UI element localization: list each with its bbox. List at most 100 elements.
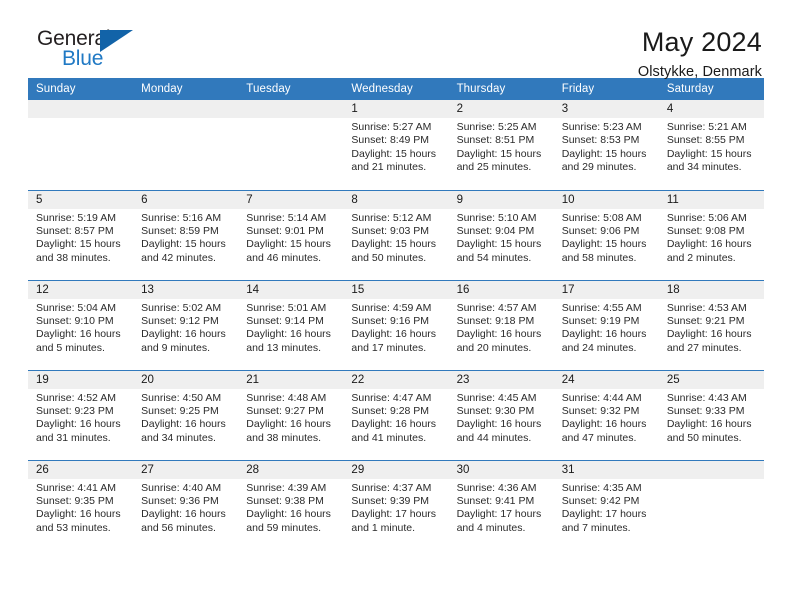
calendar-day-cell[interactable]: 2 Sunrise: 5:25 AM Sunset: 8:51 PM Daylight… <box>448 100 554 190</box>
calendar-day-cell[interactable]: 9 Sunrise: 5:10 AM Sunset: 9:04 PM Daylight… <box>448 189 554 280</box>
daylight-duration-line1: Daylight: 15 hours <box>561 238 647 251</box>
weekday-header-saturday: Saturday <box>658 78 764 100</box>
daylight-duration-line2: and 38 minutes. <box>36 251 111 264</box>
day-number: 17 <box>553 280 659 299</box>
sunset-time: Sunset: 9:25 PM <box>141 404 219 417</box>
day-details: Sunrise: 4:59 AM Sunset: 9:16 PM Daylight:… <box>343 299 448 356</box>
calendar-day-cell[interactable]: 31 Sunrise: 4:35 AM Sunset: 9:42 PM Dayligh… <box>553 459 659 550</box>
sunrise-time: Sunrise: 4:55 AM <box>561 301 642 314</box>
calendar-day-cell[interactable]: 7 Sunrise: 5:14 AM Sunset: 9:01 PM Daylight… <box>238 189 344 280</box>
calendar-day-cell[interactable]: 29 Sunrise: 4:37 AM Sunset: 9:39 PM Dayligh… <box>343 459 449 550</box>
sunset-time: Sunset: 9:04 PM <box>456 224 535 237</box>
sunset-time: Sunset: 8:49 PM <box>351 134 430 147</box>
calendar-day-cell[interactable]: 23 Sunrise: 4:45 AM Sunset: 9:30 PM Dayligh… <box>448 369 554 460</box>
daylight-duration-line1: Daylight: 16 hours <box>666 238 752 251</box>
daylight-duration-line2: and 44 minutes. <box>456 431 532 444</box>
sunset-time: Sunset: 9:01 PM <box>246 224 324 237</box>
daylight-duration-line2: and 29 minutes. <box>561 161 637 174</box>
sunset-time: Sunset: 9:39 PM <box>351 494 430 507</box>
calendar-day-cell[interactable]: 19 Sunrise: 4:52 AM Sunset: 9:23 PM Dayligh… <box>28 369 134 460</box>
calendar-day-cell[interactable]: 17 Sunrise: 4:55 AM Sunset: 9:19 PM Dayligh… <box>553 279 659 370</box>
sunset-time: Sunset: 9:42 PM <box>561 494 640 507</box>
calendar-day-cell[interactable]: 15 Sunrise: 4:59 AM Sunset: 9:16 PM Dayligh… <box>343 279 449 370</box>
day-details: Sunrise: 5:19 AM Sunset: 8:57 PM Daylight:… <box>28 209 133 266</box>
calendar-day-cell[interactable]: 18 Sunrise: 4:53 AM Sunset: 9:21 PM Dayligh… <box>658 279 764 370</box>
weekday-header-friday: Friday <box>553 78 659 100</box>
day-number: 23 <box>448 370 554 389</box>
daylight-duration-line1: Daylight: 16 hours <box>351 418 437 431</box>
calendar-header-row: Sunday Monday Tuesday Wednesday Thursday… <box>28 78 764 100</box>
day-details: Sunrise: 4:57 AM Sunset: 9:18 PM Daylight:… <box>449 299 554 356</box>
calendar-day-cell[interactable]: 25 Sunrise: 4:43 AM Sunset: 9:33 PM Dayligh… <box>658 369 764 460</box>
daylight-duration-line2: and 47 minutes. <box>561 431 637 444</box>
calendar-day-cell[interactable]: 27 Sunrise: 4:40 AM Sunset: 9:36 PM Dayligh… <box>133 459 239 550</box>
day-number: 18 <box>658 280 764 299</box>
sunset-time: Sunset: 9:23 PM <box>36 404 114 417</box>
calendar-week-row: 5 Sunrise: 5:19 AM Sunset: 8:57 PM Daylight… <box>28 189 764 280</box>
sunrise-time: Sunrise: 4:41 AM <box>36 481 116 494</box>
calendar-day-cell[interactable]: 8 Sunrise: 5:12 AM Sunset: 9:03 PM Daylight… <box>343 189 449 280</box>
daylight-duration-line1: Daylight: 16 hours <box>246 328 331 341</box>
sunset-time: Sunset: 9:19 PM <box>561 314 640 327</box>
day-details: Sunrise: 5:21 AM Sunset: 8:55 PM Daylight:… <box>659 118 764 175</box>
calendar-day-cell[interactable]: 24 Sunrise: 4:44 AM Sunset: 9:32 PM Dayligh… <box>553 369 659 460</box>
day-details: Sunrise: 4:45 AM Sunset: 9:30 PM Daylight:… <box>449 389 554 446</box>
day-number <box>133 100 239 118</box>
calendar-day-cell[interactable]: 10 Sunrise: 5:08 AM Sunset: 9:06 PM Dayligh… <box>553 189 659 280</box>
calendar-day-cell[interactable]: 22 Sunrise: 4:47 AM Sunset: 9:28 PM Dayligh… <box>343 369 449 460</box>
calendar-day-cell[interactable]: 30 Sunrise: 4:36 AM Sunset: 9:41 PM Dayligh… <box>448 459 554 550</box>
day-number: 6 <box>133 190 239 209</box>
day-details: Sunrise: 5:25 AM Sunset: 8:51 PM Daylight:… <box>449 118 554 175</box>
calendar-day-cell[interactable]: 5 Sunrise: 5:19 AM Sunset: 8:57 PM Daylight… <box>28 189 134 280</box>
daylight-duration-line1: Daylight: 16 hours <box>141 328 226 341</box>
day-details: Sunrise: 5:14 AM Sunset: 9:01 PM Daylight:… <box>238 209 343 266</box>
daylight-duration-line2: and 1 minute. <box>351 521 416 534</box>
calendar-day-cell[interactable]: 21 Sunrise: 4:48 AM Sunset: 9:27 PM Dayligh… <box>238 369 344 460</box>
sunrise-sunset-calendar: Sunday Monday Tuesday Wednesday Thursday… <box>28 78 764 550</box>
calendar-day-cell[interactable]: 16 Sunrise: 4:57 AM Sunset: 9:18 PM Dayligh… <box>448 279 554 370</box>
day-details: Sunrise: 5:01 AM Sunset: 9:14 PM Daylight:… <box>238 299 343 356</box>
day-number: 16 <box>448 280 554 299</box>
calendar-day-cell[interactable]: 20 Sunrise: 4:50 AM Sunset: 9:25 PM Dayligh… <box>133 369 239 460</box>
general-blue-logo[interactable]: General Blue <box>28 28 148 76</box>
calendar-day-cell[interactable]: 4 Sunrise: 5:21 AM Sunset: 8:55 PM Daylight… <box>658 100 764 190</box>
day-number: 22 <box>343 370 449 389</box>
page-title: May 2024 <box>641 27 762 57</box>
daylight-duration-line2: and 46 minutes. <box>246 251 321 264</box>
calendar-day-cell[interactable]: 14 Sunrise: 5:01 AM Sunset: 9:14 PM Dayligh… <box>238 279 344 370</box>
daylight-duration-line2: and 58 minutes. <box>561 251 637 264</box>
sunrise-time: Sunrise: 5:23 AM <box>561 121 642 133</box>
calendar-day-cell[interactable]: 12 Sunrise: 5:04 AM Sunset: 9:10 PM Dayligh… <box>28 279 134 370</box>
daylight-duration-line1: Daylight: 16 hours <box>141 418 226 431</box>
day-details: Sunrise: 4:50 AM Sunset: 9:25 PM Daylight:… <box>133 389 238 446</box>
daylight-duration-line2: and 50 minutes. <box>351 251 427 264</box>
daylight-duration-line1: Daylight: 15 hours <box>561 147 647 160</box>
calendar-day-cell[interactable]: 3 Sunrise: 5:23 AM Sunset: 8:53 PM Daylight… <box>553 100 659 190</box>
sunrise-time: Sunrise: 5:16 AM <box>141 211 222 224</box>
calendar-day-cell[interactable]: 28 Sunrise: 4:39 AM Sunset: 9:38 PM Dayligh… <box>238 459 344 550</box>
calendar-day-cell[interactable]: 6 Sunrise: 5:16 AM Sunset: 8:59 PM Daylight… <box>133 189 239 280</box>
sunset-time: Sunset: 9:08 PM <box>666 224 745 237</box>
sunrise-time: Sunrise: 5:19 AM <box>36 211 116 224</box>
sunset-time: Sunset: 9:36 PM <box>141 494 219 507</box>
daylight-duration-line1: Daylight: 16 hours <box>666 418 752 431</box>
daylight-duration-line2: and 17 minutes. <box>351 341 427 354</box>
sunset-time: Sunset: 9:12 PM <box>141 314 219 327</box>
calendar-day-cell[interactable]: 26 Sunrise: 4:41 AM Sunset: 9:35 PM Dayligh… <box>28 459 134 550</box>
daylight-duration-line2: and 38 minutes. <box>246 431 321 444</box>
daylight-duration-line1: Daylight: 16 hours <box>141 508 226 521</box>
day-details: Sunrise: 5:23 AM Sunset: 8:53 PM Daylight:… <box>554 118 659 175</box>
calendar-day-cell[interactable]: 1 Sunrise: 5:27 AM Sunset: 8:49 PM Daylight… <box>343 100 449 190</box>
weekday-header-thursday: Thursday <box>448 78 554 100</box>
calendar-day-cell[interactable]: 13 Sunrise: 5:02 AM Sunset: 9:12 PM Dayligh… <box>133 279 239 370</box>
day-details: Sunrise: 4:40 AM Sunset: 9:36 PM Daylight:… <box>133 479 238 536</box>
daylight-duration-line2: and 53 minutes. <box>36 521 111 534</box>
daylight-duration-line2: and 41 minutes. <box>351 431 427 444</box>
sunset-time: Sunset: 9:10 PM <box>36 314 114 327</box>
sunset-time: Sunset: 9:06 PM <box>561 224 640 237</box>
sunset-time: Sunset: 9:18 PM <box>456 314 535 327</box>
sunrise-time: Sunrise: 5:25 AM <box>456 121 537 133</box>
day-number: 26 <box>28 460 134 479</box>
calendar-day-cell[interactable]: 11 Sunrise: 5:06 AM Sunset: 9:08 PM Dayligh… <box>658 189 764 280</box>
daylight-duration-line2: and 20 minutes. <box>456 341 532 354</box>
